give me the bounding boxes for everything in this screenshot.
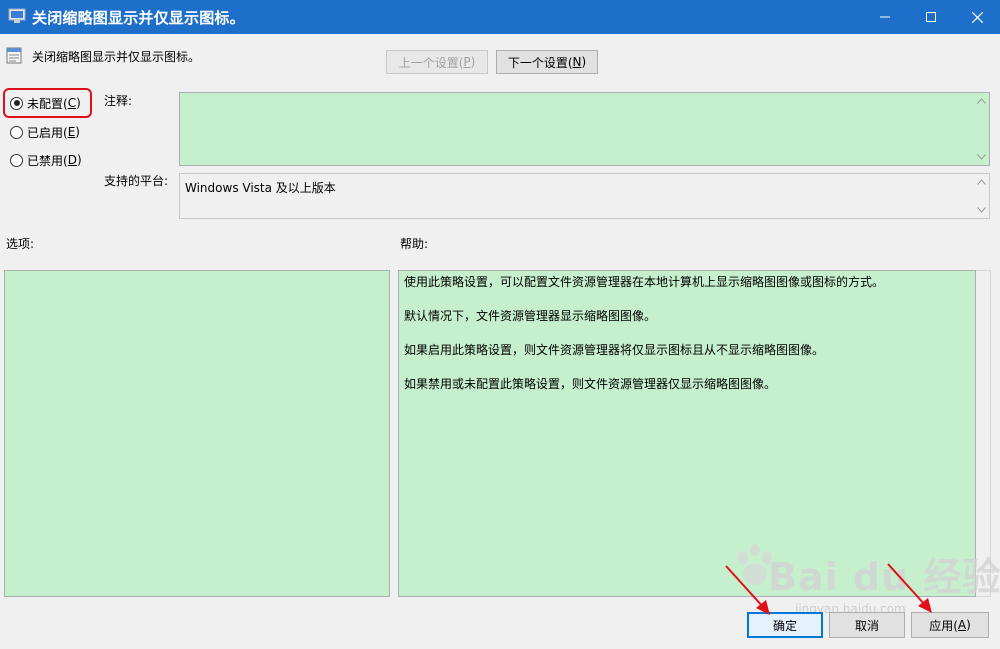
cancel-button-label: 取消	[854, 618, 879, 633]
radio-button[interactable]	[10, 153, 23, 167]
minimize-icon	[880, 16, 890, 18]
radio-button-checked[interactable]	[10, 96, 23, 110]
radio-key: E	[67, 125, 76, 139]
comment-label: 注释:	[104, 94, 133, 108]
next-setting-key: N	[572, 55, 582, 69]
previous-setting-button[interactable]: 上一个设置(P)	[386, 50, 488, 74]
ok-button-label: 确定	[772, 618, 797, 633]
radio-key: C	[67, 96, 77, 110]
help-paragraph: 如果禁用或未配置此策略设置，则文件资源管理器仅显示缩略图图像。	[404, 377, 777, 391]
close-icon	[971, 11, 983, 23]
next-setting-paren: )	[581, 55, 587, 69]
help-paragraph: 默认情况下，文件资源管理器显示缩略图图像。	[404, 309, 657, 323]
radio-paren: )	[76, 153, 82, 167]
supported-platform-field: Windows Vista 及以上版本	[179, 173, 990, 219]
scroll-up-icon[interactable]	[977, 98, 986, 104]
options-panel	[4, 270, 390, 597]
scroll-down-icon[interactable]	[977, 207, 986, 213]
apply-button-label: 应用(	[929, 618, 958, 633]
policy-dialog: 关闭缩略图显示并仅显示图标。 关闭缩略图显示并仅显示图标。 上一个设置(P) 下…	[0, 0, 1000, 649]
scroll-up-icon[interactable]	[977, 179, 986, 185]
help-label: 帮助:	[400, 237, 429, 251]
maximize-icon	[926, 12, 936, 22]
comment-textarea[interactable]	[179, 92, 990, 166]
help-panel: 使用此策略设置，可以配置文件资源管理器在本地计算机上显示缩略图图像或图标的方式。…	[398, 270, 976, 597]
apply-button-paren: )	[966, 618, 971, 632]
previous-setting-key: P	[463, 55, 471, 69]
apply-button-key: A	[957, 618, 967, 632]
cancel-button[interactable]: 取消	[829, 612, 905, 638]
options-label: 选项:	[6, 237, 35, 251]
previous-setting-paren: )	[470, 55, 476, 69]
scroll-down-icon[interactable]	[977, 154, 986, 160]
apply-button[interactable]: 应用(A)	[911, 612, 989, 638]
close-button[interactable]	[954, 0, 1000, 34]
help-scrollbar[interactable]	[976, 270, 991, 597]
supported-platform-value: Windows Vista 及以上版本	[185, 181, 336, 195]
maximize-button[interactable]	[908, 0, 954, 34]
policy-setting-icon	[6, 47, 22, 64]
next-setting-label: 下一个设置(	[507, 55, 573, 70]
help-paragraph: 如果启用此策略设置，则文件资源管理器将仅显示图标且从不显示缩略图图像。	[404, 343, 825, 357]
radio-button[interactable]	[10, 125, 23, 139]
window-title: 关闭缩略图显示并仅显示图标。	[32, 9, 245, 27]
radio-key: D	[67, 153, 77, 167]
radio-enabled[interactable]: 已启用(E)	[10, 122, 80, 142]
platform-label: 支持的平台:	[104, 174, 169, 188]
radio-paren: )	[76, 96, 81, 110]
radio-disabled[interactable]: 已禁用(D)	[10, 150, 82, 170]
next-setting-button[interactable]: 下一个设置(N)	[496, 50, 598, 74]
radio-label: 已禁用(	[27, 153, 68, 168]
policy-window-icon	[8, 8, 26, 24]
policy-name: 关闭缩略图显示并仅显示图标。	[32, 50, 201, 64]
radio-not-configured[interactable]: 未配置(C)	[10, 93, 81, 113]
ok-button[interactable]: 确定	[747, 612, 823, 638]
title-bar[interactable]: 关闭缩略图显示并仅显示图标。	[0, 0, 1000, 34]
radio-label: 已启用(	[27, 125, 68, 140]
previous-setting-label: 上一个设置(	[398, 55, 464, 70]
radio-label: 未配置(	[27, 96, 68, 111]
minimize-button[interactable]	[862, 0, 908, 34]
radio-paren: )	[75, 125, 80, 139]
help-paragraph: 使用此策略设置，可以配置文件资源管理器在本地计算机上显示缩略图图像或图标的方式。	[404, 275, 885, 289]
